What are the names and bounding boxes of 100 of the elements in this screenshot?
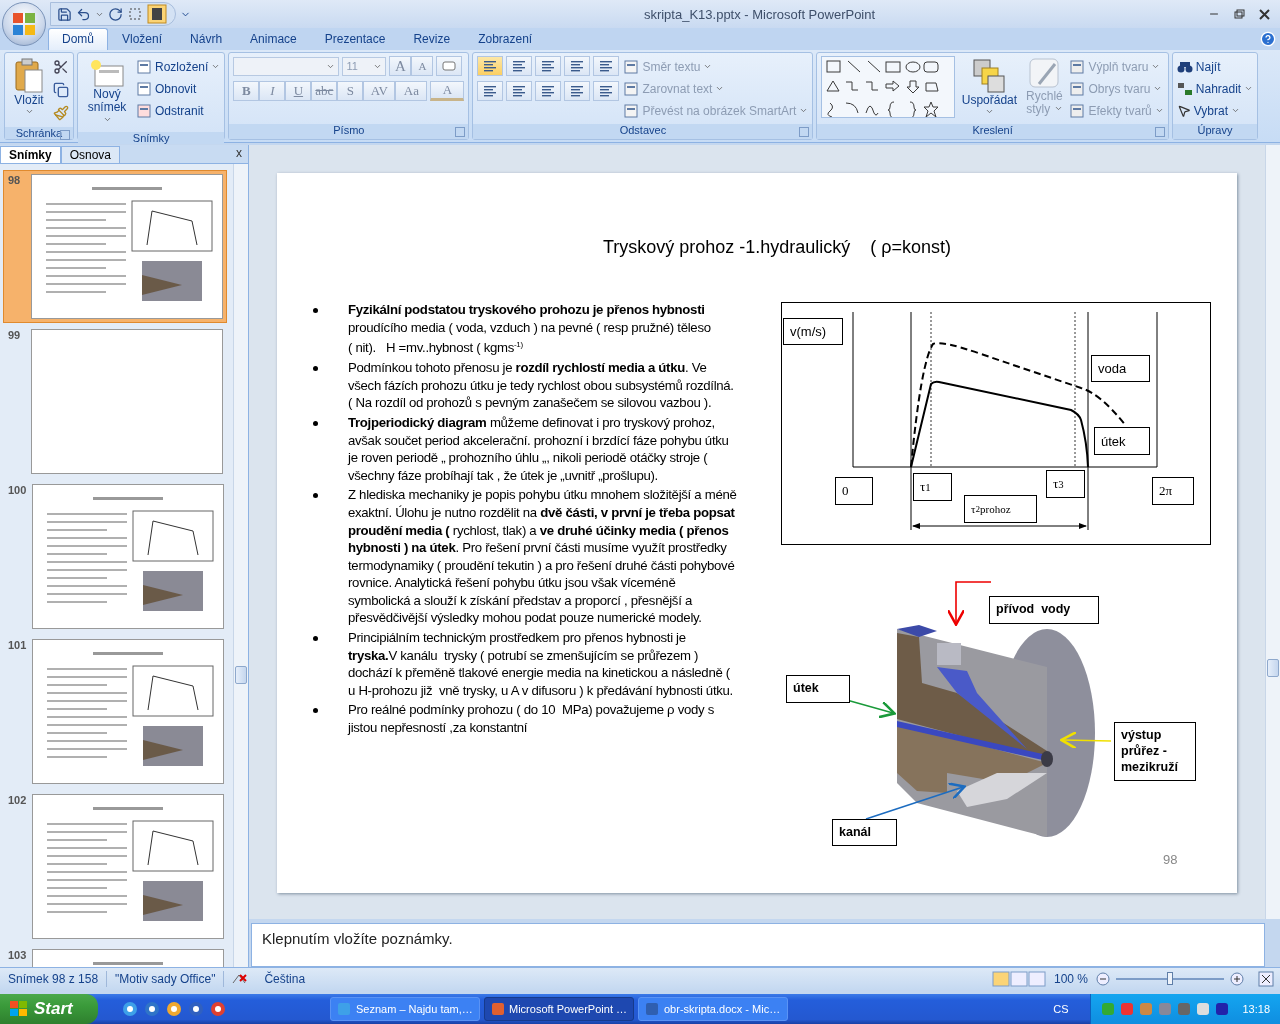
format-button[interactable]: S	[337, 81, 364, 101]
undo-icon[interactable]	[76, 6, 91, 22]
ribbon-tab[interactable]: Návrh	[176, 28, 237, 50]
slide-count: Snímek 98 z 158	[0, 971, 108, 987]
zoom-level: 100 %	[1052, 971, 1089, 987]
align-right-button[interactable]	[535, 81, 562, 101]
thumbnail-item[interactable]: 99	[3, 325, 227, 478]
quick-launch-icon[interactable]	[166, 1001, 182, 1017]
save-icon[interactable]	[57, 6, 72, 22]
pane-tab[interactable]: Snímky	[0, 146, 61, 163]
ribbon-tab[interactable]: Revize	[399, 28, 465, 50]
zoom-in-icon[interactable]	[1230, 972, 1244, 986]
editing-command-button[interactable]: Vybrat	[1176, 100, 1254, 121]
font-name-field[interactable]	[233, 56, 340, 76]
lines-icon	[511, 60, 528, 72]
callout-label: útek	[786, 675, 850, 703]
help-icon[interactable]	[1260, 31, 1276, 47]
slide-command-button[interactable]: Odstranit	[136, 100, 221, 121]
clear-formatting-button[interactable]	[436, 56, 463, 76]
zoom-out-icon[interactable]	[1096, 972, 1110, 986]
ribbon-tab[interactable]: Zobrazení	[464, 28, 547, 50]
thumbnail-item[interactable]: 100	[3, 480, 227, 633]
format-button[interactable]: U	[285, 81, 312, 101]
thumbnail-item[interactable]: 102	[3, 790, 227, 943]
ribbon-tab[interactable]: Animace	[236, 28, 311, 50]
cut-icon[interactable]	[53, 59, 69, 75]
align-left-button[interactable]	[477, 81, 504, 101]
quick-access-toolbar[interactable]	[50, 2, 176, 26]
zoom-slider-thumb[interactable]	[1167, 972, 1173, 985]
close-icon[interactable]	[1259, 8, 1270, 20]
close-pane-button[interactable]: x	[236, 146, 242, 160]
bullet-icon	[313, 708, 318, 714]
group-label: Schránka	[5, 127, 73, 139]
justify-button[interactable]	[564, 81, 591, 101]
paste-button[interactable]: Vložit	[9, 56, 49, 118]
slide-command-button[interactable]: Rozložení	[136, 56, 221, 77]
dialog-launcher-icon[interactable]	[799, 127, 810, 137]
increase-indent-button[interactable]	[564, 56, 591, 76]
slideshow-icon[interactable]	[147, 4, 167, 24]
scrollbar[interactable]	[233, 164, 248, 967]
editing-command-button[interactable]: Najít	[1176, 56, 1254, 77]
columns-button[interactable]	[593, 81, 620, 101]
slide-thumbnail[interactable]	[32, 639, 224, 784]
caret-icon	[1231, 106, 1241, 115]
format-button[interactable]: AV	[363, 81, 396, 101]
notes-field[interactable]: Klepnutím vložíte poznámky.	[251, 923, 1265, 967]
restore-icon[interactable]	[1234, 9, 1245, 19]
tray-icon[interactable]	[1196, 1002, 1211, 1016]
line-spacing-button[interactable]	[593, 56, 620, 76]
decrease-indent-button[interactable]	[535, 56, 562, 76]
numbering-button[interactable]	[506, 56, 533, 76]
dialog-launcher-icon[interactable]	[455, 127, 466, 137]
quick-launch-icon[interactable]	[210, 1001, 226, 1017]
dialog-launcher-icon[interactable]	[1154, 127, 1165, 137]
app-icon	[491, 1002, 504, 1016]
taskbar-button[interactable]: Seznam – Najdu tam,…	[330, 997, 480, 1021]
bullet-text: Trojperiodický diagram můžeme definovat i pro tryskový prohoz, avšak součet period akcelerační. prohozní i brzdící fáze pohybu útku je roven periodě „ prohozního úhlu „, nikoli periodě otáčky stroje ( všechny fáze probíhají tak , že útek je „uvnitř „prošlupu).	[348, 413, 730, 485]
bullets-button[interactable]	[477, 56, 504, 76]
ribbon-tab[interactable]: Prezentace	[310, 28, 400, 50]
slide-number: 101	[8, 639, 26, 651]
editing-command-button[interactable]: Nahradit	[1176, 78, 1254, 99]
slide-thumbnail[interactable]	[32, 484, 224, 629]
format-button[interactable]: abc	[311, 81, 338, 101]
tray-icon[interactable]	[1177, 1002, 1192, 1016]
ribbon-tab[interactable]: Domů	[48, 28, 108, 50]
text-tool-icon	[623, 80, 640, 97]
start-button[interactable]: Start	[0, 994, 98, 1024]
ribbon-tab[interactable]: Vložení	[108, 28, 177, 50]
thumbnail-item[interactable]: 101	[3, 635, 227, 788]
thumbnail-item[interactable]: 98	[3, 170, 227, 323]
eraser-icon	[441, 59, 458, 73]
window-title: skripta_K13.pptx - Microsoft PowerPoint	[642, 6, 877, 22]
quick-launch-icon[interactable]	[144, 1001, 160, 1017]
quick-launch-icon[interactable]	[188, 1001, 204, 1017]
thumbnail-item[interactable]: 103	[3, 945, 227, 967]
copy-icon[interactable]	[53, 82, 69, 98]
center-button[interactable]	[506, 81, 533, 101]
slide-command-button[interactable]: Obnovit	[136, 78, 221, 99]
arrange-button[interactable]: Uspořádat	[959, 56, 1020, 118]
bullet-icon	[313, 366, 318, 372]
slide-thumbnail[interactable]	[31, 174, 223, 319]
redo-icon[interactable]	[108, 6, 123, 22]
office-button[interactable]	[2, 2, 46, 46]
format-painter-icon[interactable]	[53, 105, 69, 121]
taskbar-button[interactable]: obr-skripta.docx - Mic…	[638, 997, 788, 1021]
scrollbar[interactable]	[1265, 145, 1280, 919]
fit-window-icon[interactable]	[1258, 971, 1274, 987]
taskbar-button[interactable]: Microsoft PowerPoint …	[484, 997, 634, 1021]
slide-thumbnail[interactable]	[31, 329, 223, 474]
slide-thumbnail[interactable]	[32, 794, 224, 939]
quick-launch-icon[interactable]	[122, 1001, 138, 1017]
arrange-icon	[972, 58, 1007, 94]
new-slide-button[interactable]: Nový snímek	[82, 56, 132, 129]
shapes-gallery[interactable]	[821, 56, 956, 118]
keyboard-language[interactable]: CS	[1053, 1003, 1069, 1015]
bullet-icon	[313, 636, 318, 642]
pane-tab[interactable]: Osnova	[60, 146, 121, 163]
dialog-launcher-icon[interactable]	[60, 130, 70, 140]
tray-icon[interactable]	[1215, 1002, 1230, 1016]
diagram-label: v(m/s)	[783, 318, 843, 345]
